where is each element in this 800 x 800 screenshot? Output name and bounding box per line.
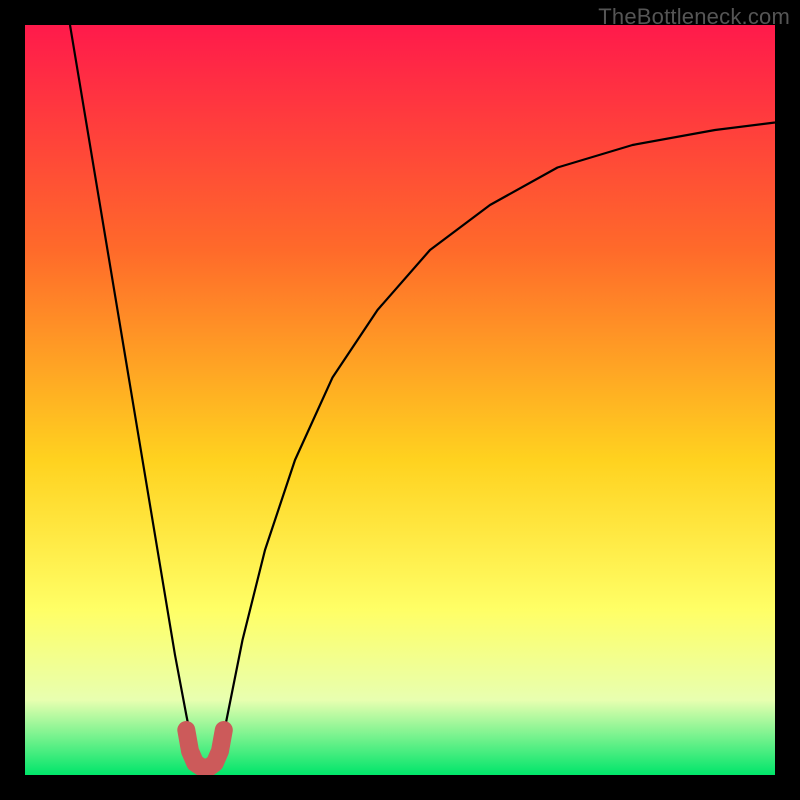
chart-svg [25, 25, 775, 775]
gradient-background [25, 25, 775, 775]
chart-frame: TheBottleneck.com [0, 0, 800, 800]
plot-area [25, 25, 775, 775]
watermark-text: TheBottleneck.com [598, 4, 790, 30]
